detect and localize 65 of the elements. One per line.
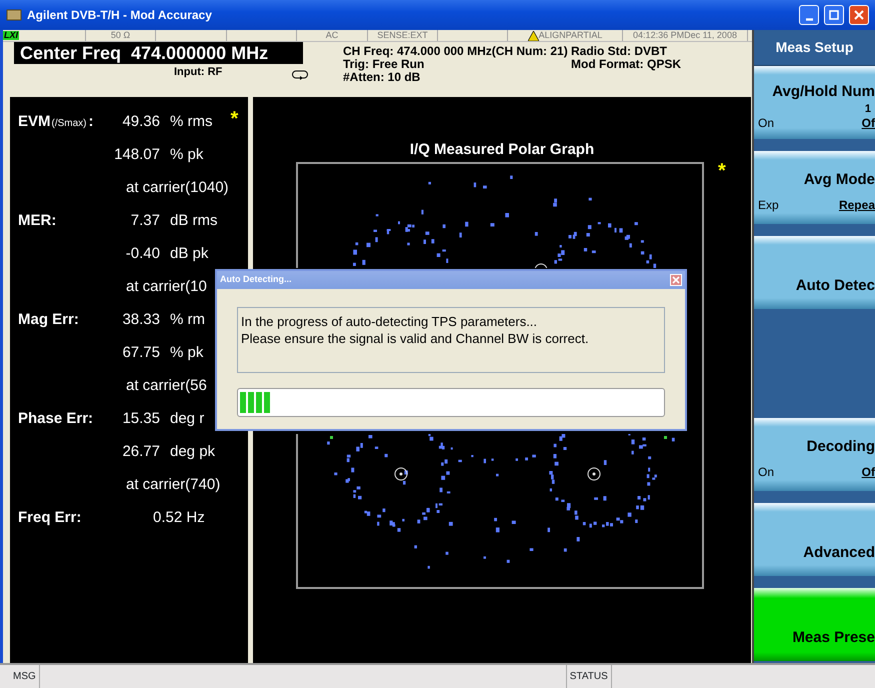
result-label: Phase Err: <box>18 409 94 429</box>
result-value: 0.52 Hz <box>153 508 205 528</box>
softkey[interactable]: Advanced <box>754 503 875 576</box>
maximize-icon <box>828 9 840 21</box>
minimize-icon <box>806 18 812 20</box>
result-value: 15.35 <box>122 410 160 427</box>
setting-text: Trig: Free Run <box>343 58 426 71</box>
result-value: 148.07 <box>114 146 160 163</box>
result-unit: % pk <box>170 343 204 363</box>
softkey[interactable]: Avg/Hold Num 1 On Of <box>754 66 875 139</box>
status-text: 04:12:36 PMDec 11, 2008 <box>633 31 737 40</box>
carrier-text: at carrier(1040) <box>126 178 229 198</box>
status-text: 50 Ω <box>110 31 130 40</box>
message-text: Please ensure the signal is valid and Channel BW is correct. <box>241 330 590 347</box>
result-value: 67.75 <box>122 344 160 361</box>
window-title: Agilent DVB-T/H - Mod Accuracy <box>27 7 212 24</box>
carrier-text: at carrier(740) <box>126 475 220 495</box>
close-button[interactable] <box>670 274 682 286</box>
result-unit: deg pk <box>170 442 216 462</box>
close-icon <box>853 9 865 21</box>
result-label: MER: <box>18 211 56 231</box>
result-unit: dB pk <box>170 244 208 264</box>
result-unit: deg r <box>170 409 204 429</box>
carrier-text: at carrier(56 <box>126 376 207 396</box>
setting-text: Mod Format: QPSK <box>571 58 681 71</box>
carrier-text: at carrier(10 <box>126 277 207 297</box>
result-label: Mag Err: <box>18 310 79 330</box>
softkey[interactable]: Meas Prese <box>754 588 875 661</box>
status-text: ALIGNPARTIAL <box>538 31 602 40</box>
result-unit: dB rms <box>170 211 218 231</box>
result-label: Freq Err: <box>18 508 82 528</box>
result-unit: % rm <box>170 310 205 330</box>
result-value: -0.40 <box>126 245 160 262</box>
status-label: STATUS <box>566 665 612 688</box>
result-note: (/Smax) <box>52 117 87 131</box>
setting-text: CH Freq: 474.000 000 MHz(CH Num: 21) <box>343 45 569 58</box>
lxi-logo: LXI <box>3 31 20 40</box>
result-value: 7.37 <box>130 212 160 229</box>
center-freq-readout: Center Freq 474.000000 MHz <box>14 42 303 64</box>
result-value: 26.77 <box>122 443 160 460</box>
flag-mark: * <box>230 111 238 127</box>
msg-label: MSG <box>10 665 40 688</box>
setting-text: Radio Std: DVBT <box>571 45 668 58</box>
status-text: AC <box>326 31 338 40</box>
result-unit: % rms <box>170 112 212 132</box>
softkey[interactable]: Auto Detec <box>754 236 875 309</box>
softkey[interactable]: Decoding On Of <box>754 418 875 491</box>
result-value: 49.36 <box>122 113 160 130</box>
message-text: In the progress of auto-detecting TPS parameters... <box>241 313 538 330</box>
loop-icon <box>292 70 308 80</box>
maximize-button[interactable] <box>824 5 844 25</box>
setting-text: #Atten: 10 dB <box>343 71 422 84</box>
softkey[interactable]: Avg Mode Exp Repea <box>754 151 875 224</box>
input-label: Input: RF <box>174 64 222 80</box>
graph-title: I/Q Measured Polar Graph <box>408 140 596 160</box>
result-label: : <box>88 112 94 132</box>
result-unit: % pk <box>170 145 204 165</box>
dialog-title: Auto Detecting... <box>220 273 292 286</box>
result-value: 38.33 <box>122 311 160 328</box>
close-button[interactable] <box>849 5 869 25</box>
app-icon <box>6 8 22 22</box>
result-label: EVM <box>18 112 51 132</box>
minimize-button[interactable] <box>799 5 819 25</box>
flag-mark: * <box>718 163 726 179</box>
status-text: SENSE:EXT <box>377 31 428 40</box>
